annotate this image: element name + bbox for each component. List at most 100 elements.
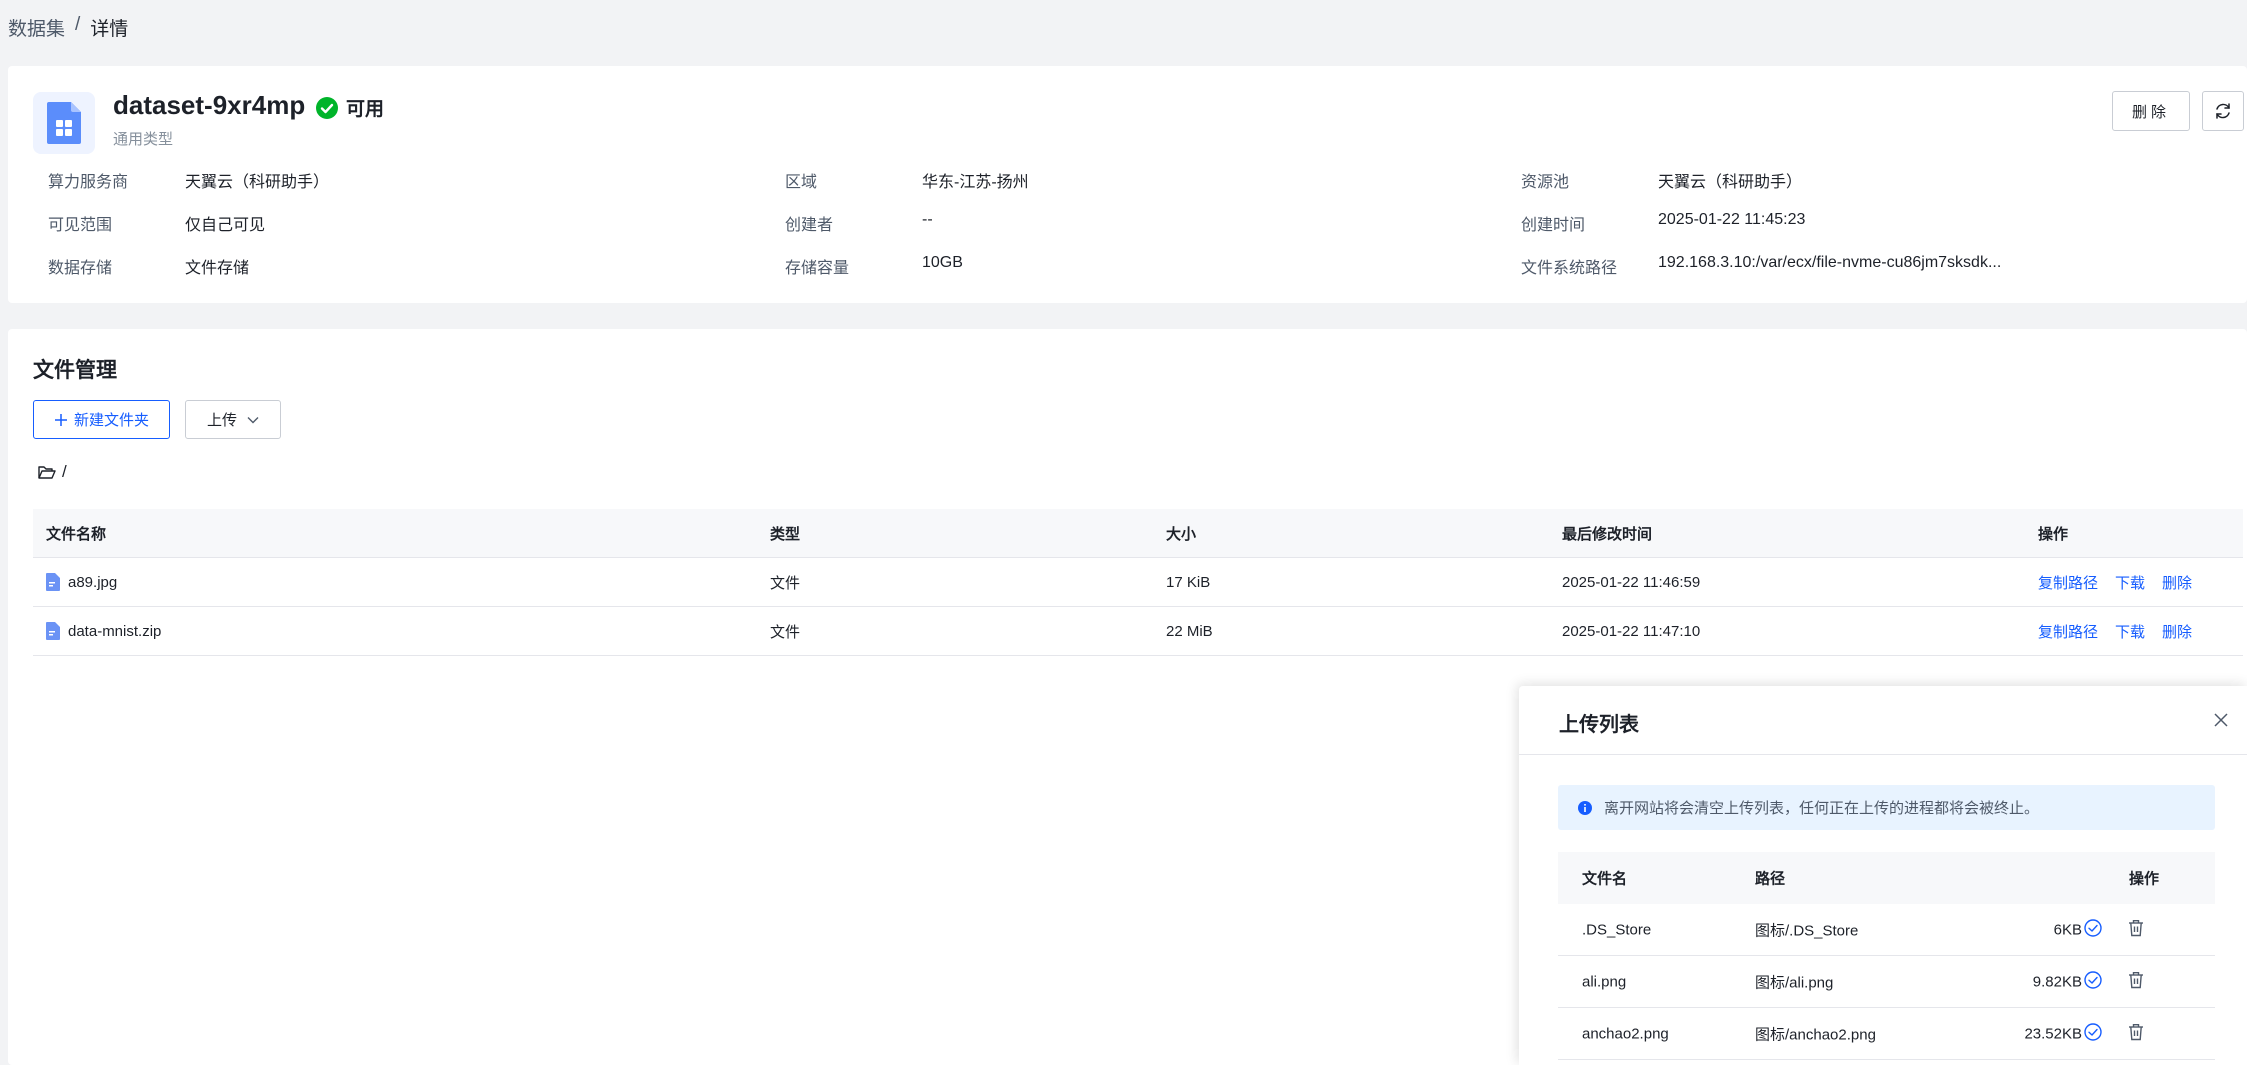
path-text: /	[62, 462, 67, 481]
fs-path-value: 192.168.3.10:/var/ecx/file-nvme-cu86jm7s…	[1658, 254, 2002, 271]
upload-table: 文件名 路径 操作 .DS_Store 图标/.DS_Store 6KB ali…	[1558, 852, 2215, 1060]
refresh-icon	[2216, 103, 2230, 119]
upload-row: .DS_Store 图标/.DS_Store 6KB	[1558, 904, 2215, 956]
table-row: a89.jpg 文件 17 KiB 2025-01-22 11:46:59 复制…	[33, 558, 2243, 607]
file-table: 文件名称 类型 大小 最后修改时间 操作 a89.jpg 文件 17 KiB 2…	[33, 509, 2243, 656]
check-circle-icon	[2084, 1022, 2102, 1045]
table-header: 文件名称 类型 大小 最后修改时间 操作	[33, 509, 2243, 558]
region-label: 区域	[785, 174, 818, 191]
visibility-label: 可见范围	[48, 217, 113, 234]
upload-table-header: 文件名 路径 操作	[1558, 852, 2215, 904]
dataset-file-icon	[33, 92, 95, 154]
section-title: 文件管理	[33, 359, 117, 382]
table-row: data-mnist.zip 文件 22 MiB 2025-01-22 11:4…	[33, 607, 2243, 656]
info-icon	[1578, 800, 1592, 815]
trash-icon[interactable]	[2128, 971, 2144, 992]
check-circle-icon	[2084, 970, 2102, 993]
created-time-label: 创建时间	[1521, 217, 1586, 234]
file-icon	[46, 573, 60, 591]
upload-file-path: 图标/ali.png	[1755, 974, 1834, 991]
col-ops-header: 操作	[2038, 525, 2069, 543]
pool-label: 资源池	[1521, 174, 1570, 191]
pool-value: 天翼云（科研助手）	[1658, 174, 1803, 191]
upload-col-ops: 操作	[2129, 870, 2160, 888]
col-name-header: 文件名称	[46, 525, 107, 543]
upload-file-name: anchao2.png	[1582, 1025, 1669, 1042]
delete-dataset-button[interactable]: 删除	[2112, 91, 2190, 131]
download-link[interactable]: 下载	[2115, 621, 2145, 642]
upload-file-size: 9.82KB	[2032, 973, 2082, 990]
upload-col-name: 文件名	[1582, 870, 1628, 888]
breadcrumb: 数据集 / 详情	[8, 14, 128, 41]
breadcrumb-root-link[interactable]: 数据集	[8, 14, 65, 41]
provider-value: 天翼云（科研助手）	[185, 174, 330, 191]
created-time-value: 2025-01-22 11:45:23	[1658, 211, 1806, 228]
upload-file-size: 6KB	[2053, 921, 2082, 938]
dataset-detail-card: dataset-9xr4mp 可用 通用类型 删除 算力服务商 天翼云（科研助手…	[8, 66, 2247, 303]
upload-notice-text: 离开网站将会清空上传列表，任何正在上传的进程都将会被终止。	[1604, 800, 2040, 817]
file-name-cell: data-mnist.zip	[46, 622, 161, 640]
delete-file-link[interactable]: 删除	[2162, 572, 2192, 593]
file-name-cell: a89.jpg	[46, 573, 117, 591]
breadcrumb-separator: /	[75, 14, 81, 35]
status-label: 可用	[346, 99, 385, 120]
file-type: 文件	[770, 574, 801, 592]
upload-col-path: 路径	[1755, 870, 1786, 888]
file-modified: 2025-01-22 11:46:59	[1562, 573, 1701, 591]
dataset-type: 通用类型	[113, 131, 174, 148]
panel-divider	[1519, 754, 2247, 755]
plus-icon	[54, 413, 67, 426]
dataset-name: dataset-9xr4mp	[113, 90, 306, 120]
storage-label: 数据存储	[48, 260, 113, 277]
file-ops: 复制路径 下载 删除	[2038, 572, 2192, 593]
file-size: 17 KiB	[1166, 573, 1211, 591]
upload-file-size: 23.52KB	[2024, 1025, 2082, 1042]
creator-value: --	[922, 211, 933, 228]
chevron-down-icon	[247, 416, 259, 423]
col-size-header: 大小	[1166, 525, 1197, 543]
capacity-value: 10GB	[922, 254, 963, 271]
folder-open-icon	[38, 465, 56, 479]
visibility-value: 仅自己可见	[185, 217, 266, 234]
col-type-header: 类型	[770, 525, 801, 543]
file-size: 22 MiB	[1166, 622, 1213, 640]
copy-path-link[interactable]: 复制路径	[2038, 621, 2098, 642]
refresh-button[interactable]	[2202, 91, 2244, 131]
capacity-label: 存储容量	[785, 260, 850, 277]
upload-row: anchao2.png 图标/anchao2.png 23.52KB	[1558, 1008, 2215, 1060]
upload-row: ali.png 图标/ali.png 9.82KB	[1558, 956, 2215, 1008]
upload-file-path: 图标/.DS_Store	[1755, 922, 1859, 939]
upload-list-panel: 上传列表 离开网站将会清空上传列表，任何正在上传的进程都将会被终止。 文件名 路…	[1519, 686, 2247, 1065]
file-icon	[46, 622, 60, 640]
upload-dropdown-button[interactable]: 上传	[185, 400, 281, 439]
breadcrumb-current: 详情	[90, 19, 129, 40]
file-name: data-mnist.zip	[68, 622, 162, 640]
file-ops: 复制路径 下载 删除	[2038, 621, 2192, 642]
provider-label: 算力服务商	[48, 174, 129, 191]
storage-value: 文件存储	[185, 260, 250, 277]
upload-panel-title: 上传列表	[1559, 714, 1639, 736]
new-folder-button[interactable]: 新建文件夹	[33, 400, 170, 439]
download-link[interactable]: 下载	[2115, 572, 2145, 593]
creator-label: 创建者	[785, 217, 834, 234]
upload-file-name: .DS_Store	[1582, 921, 1652, 938]
trash-icon[interactable]	[2128, 1023, 2144, 1044]
copy-path-link[interactable]: 复制路径	[2038, 572, 2098, 593]
current-path: /	[38, 462, 67, 482]
check-circle-icon	[2084, 918, 2102, 941]
file-type: 文件	[770, 623, 801, 641]
check-circle-icon	[316, 96, 338, 119]
close-icon[interactable]	[2209, 708, 2233, 732]
upload-label: 上传	[206, 412, 237, 429]
region-value: 华东-江苏-扬州	[922, 174, 1029, 191]
new-folder-label: 新建文件夹	[73, 412, 149, 429]
file-modified: 2025-01-22 11:47:10	[1562, 622, 1701, 640]
trash-icon[interactable]	[2128, 919, 2144, 940]
upload-notice: 离开网站将会清空上传列表，任何正在上传的进程都将会被终止。	[1558, 785, 2215, 830]
upload-file-name: ali.png	[1582, 973, 1627, 990]
fs-path-label: 文件系统路径	[1521, 260, 1618, 277]
delete-file-link[interactable]: 删除	[2162, 621, 2192, 642]
file-name: a89.jpg	[68, 573, 118, 591]
upload-file-path: 图标/anchao2.png	[1755, 1026, 1876, 1043]
col-modified-header: 最后修改时间	[1562, 525, 1653, 543]
